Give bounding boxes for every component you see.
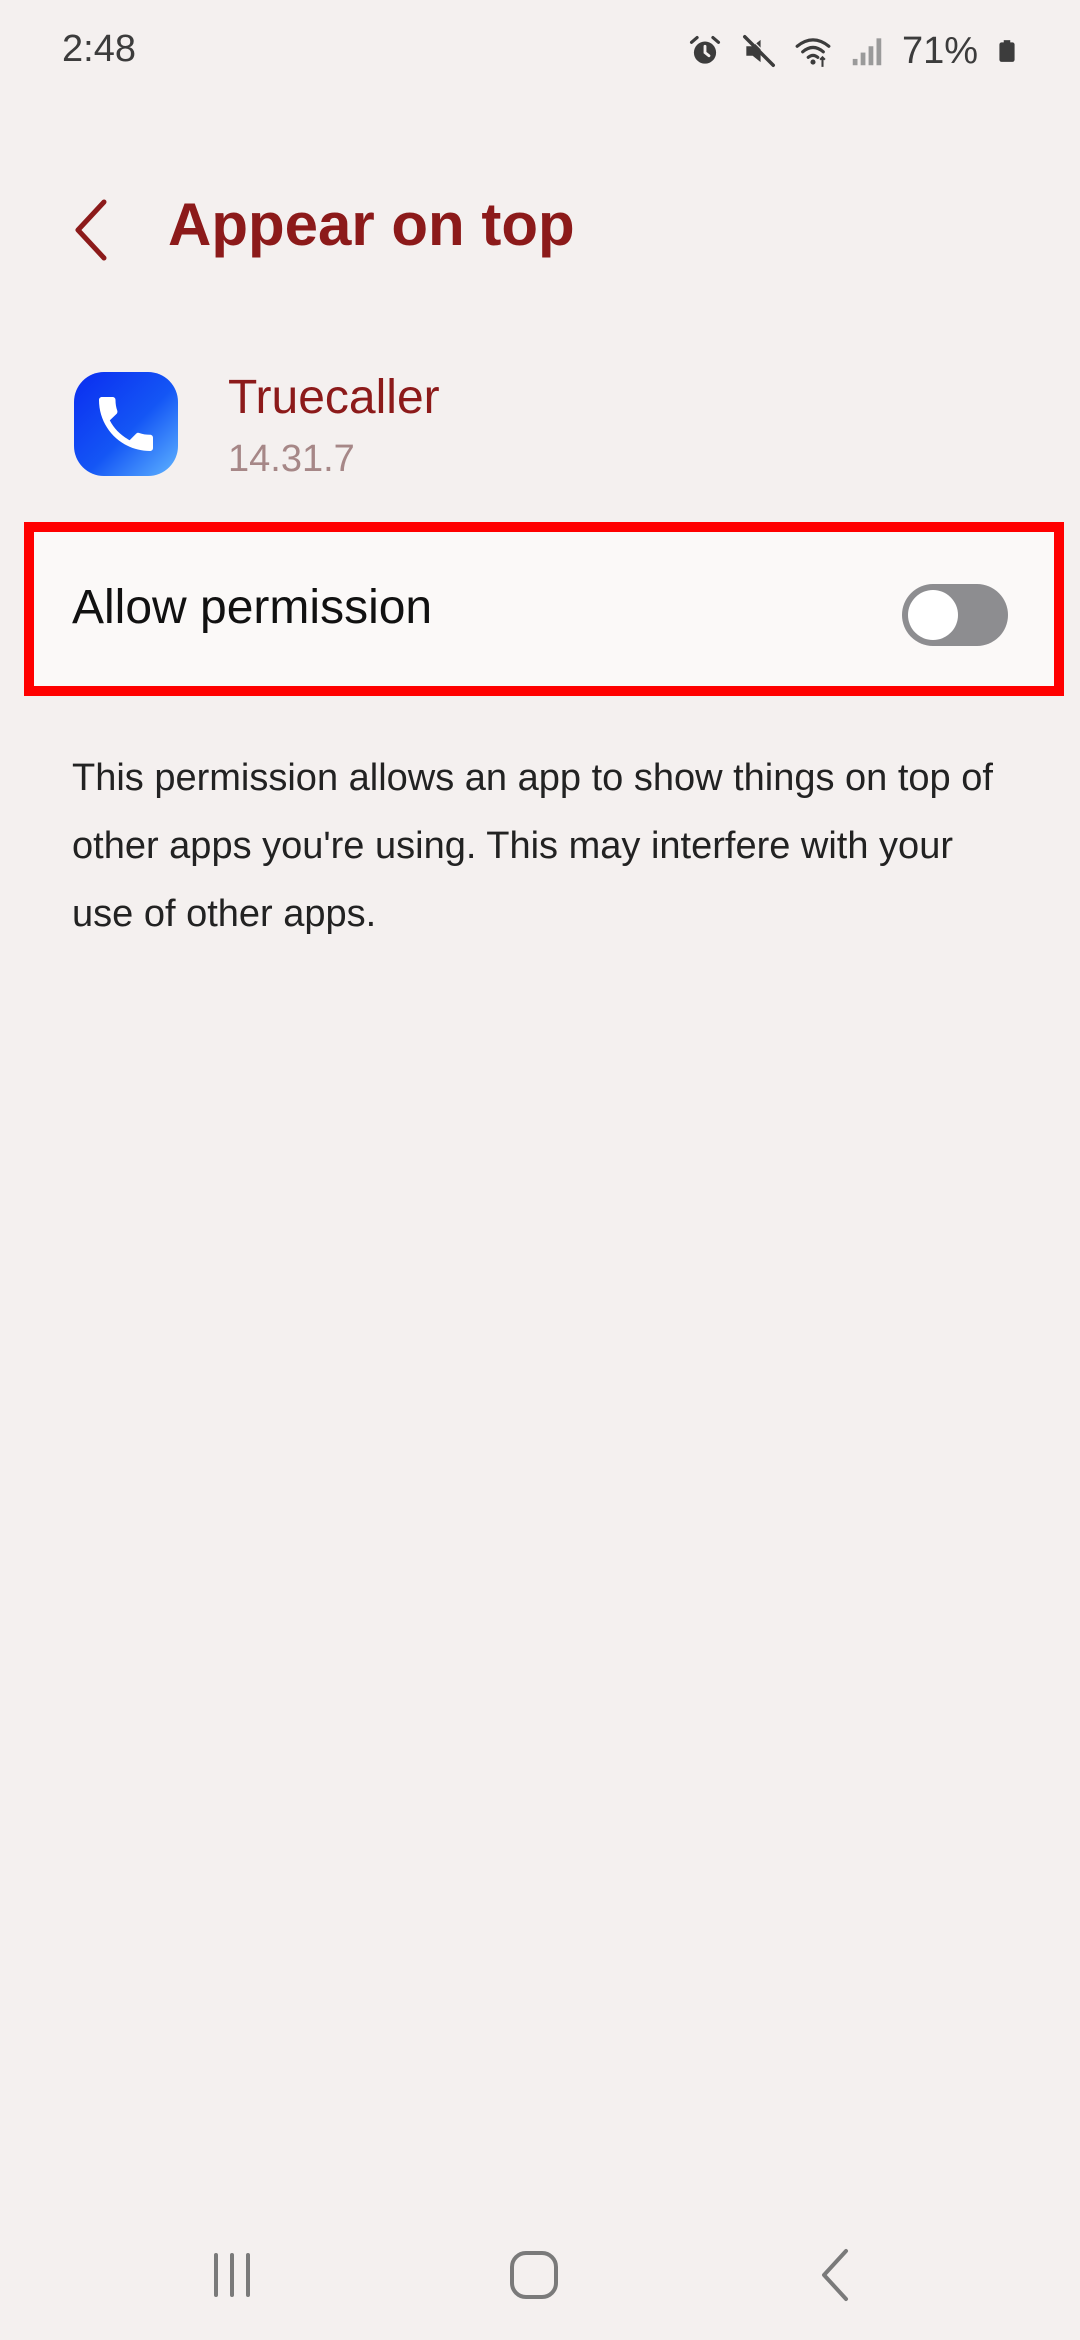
battery-icon — [999, 40, 1015, 62]
signal-icon — [852, 38, 882, 66]
toggle-knob — [908, 590, 958, 640]
wifi-icon — [795, 38, 831, 67]
truecaller-app-icon — [74, 372, 178, 476]
phone-icon — [99, 397, 153, 451]
page-title: Appear on top — [168, 191, 575, 258]
home-button[interactable] — [484, 2240, 584, 2310]
back-icon — [822, 2249, 848, 2301]
recent-apps-button[interactable] — [182, 2240, 282, 2310]
allow-permission-toggle[interactable] — [902, 584, 1008, 646]
app-version: 14.31.7 — [228, 438, 355, 480]
home-icon — [510, 2251, 558, 2299]
status-time: 2:48 — [62, 28, 136, 70]
status-icons: 71% — [686, 26, 1020, 76]
permission-label: Allow permission — [72, 581, 433, 634]
header: Appear on top — [0, 170, 1080, 290]
battery-percent: 71% — [901, 29, 978, 72]
nav-back-button[interactable] — [786, 2240, 886, 2310]
allow-permission-row[interactable]: Allow permission — [34, 532, 1054, 686]
mute-icon — [742, 34, 776, 67]
navigation-bar — [0, 2200, 1080, 2340]
back-button[interactable] — [62, 190, 122, 270]
app-name: Truecaller — [228, 371, 440, 424]
chevron-left-icon — [75, 199, 107, 261]
recent-apps-icon — [214, 2253, 250, 2297]
screen: 2:48 71% Appear on top Truecaller 14.31.… — [0, 0, 1080, 2340]
app-info: Truecaller 14.31.7 — [0, 366, 1080, 496]
status-bar: 2:48 71% — [0, 0, 1080, 100]
alarm-icon — [689, 35, 720, 64]
permission-description: This permission allows an app to show th… — [72, 757, 993, 935]
